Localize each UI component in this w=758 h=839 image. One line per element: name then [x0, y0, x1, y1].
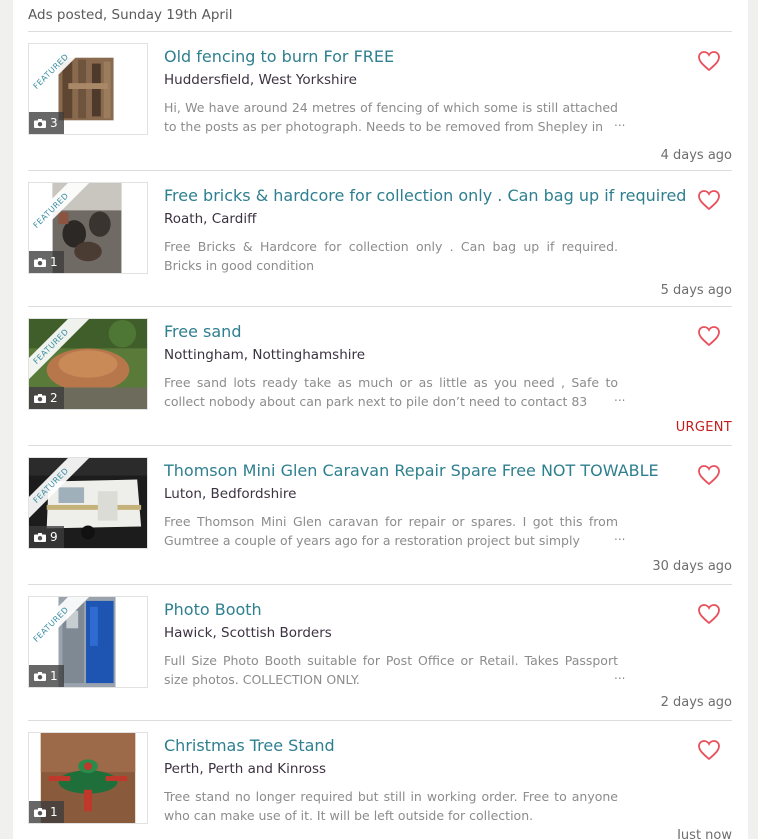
listing-title[interactable]: Free sand [164, 322, 241, 341]
favourite-heart-icon[interactable] [697, 603, 721, 625]
photo-count-badge: 1 [29, 801, 64, 823]
listing-location: Huddersfield, West Yorkshire [164, 72, 357, 88]
description-ellipsis: ... [608, 529, 626, 543]
camera-icon [34, 807, 46, 817]
camera-icon [34, 257, 46, 267]
listing-location: Roath, Cardiff [164, 211, 257, 227]
listing-description: Free sand lots ready take as much or as … [164, 375, 618, 409]
photo-count-badge: 9 [29, 526, 64, 548]
listing-location: Hawick, Scottish Borders [164, 625, 332, 641]
listing-age: 2 days ago [660, 695, 732, 710]
camera-icon [34, 671, 46, 681]
listing-card[interactable]: FEATURED 9 Thomson Mini Glen Caravan Rep… [28, 446, 732, 585]
listing-age: Just now [677, 828, 732, 839]
listing-description: Full Size Photo Booth suitable for Post … [164, 653, 618, 687]
photo-count: 1 [50, 669, 58, 683]
listing-thumbnail[interactable]: FEATURED 1 [28, 182, 148, 274]
photo-count: 3 [50, 116, 58, 130]
listing-location: Nottingham, Nottinghamshire [164, 347, 366, 363]
listing-location: Luton, Bedfordshire [164, 486, 297, 502]
listing-thumbnail[interactable]: 1 [28, 732, 148, 824]
photo-count-badge: 1 [29, 251, 64, 273]
date-header: Ads posted, Sunday 19th April [28, 7, 233, 23]
listing-title[interactable]: Thomson Mini Glen Caravan Repair Spare F… [164, 461, 659, 480]
camera-icon [34, 393, 46, 403]
listing-title[interactable]: Old fencing to burn For FREE [164, 47, 394, 66]
favourite-heart-icon[interactable] [697, 325, 721, 347]
listing-title[interactable]: Free bricks & hardcore for collection on… [164, 186, 686, 205]
camera-icon [34, 118, 46, 128]
listing-thumbnail[interactable]: FEATURED 1 [28, 596, 148, 688]
favourite-heart-icon[interactable] [697, 739, 721, 761]
listing-title[interactable]: Christmas Tree Stand [164, 736, 335, 755]
photo-count: 1 [50, 805, 58, 819]
listing-title[interactable]: Photo Booth [164, 600, 262, 619]
listing-location: Perth, Perth and Kinross [164, 761, 327, 777]
listing-description: Free Thomson Mini Glen caravan for repai… [164, 514, 618, 548]
photo-count: 9 [50, 530, 58, 544]
listing-card[interactable]: 1 Christmas Tree Stand Perth, Perth and … [28, 721, 732, 839]
listing-description: Tree stand no longer required but still … [164, 789, 618, 823]
listing-thumbnail[interactable]: FEATURED 9 [28, 457, 148, 549]
photo-count-badge: 1 [29, 665, 64, 687]
photo-count: 1 [50, 255, 58, 269]
listing-card[interactable]: FEATURED 1 Photo Booth Hawick, Scottish … [28, 585, 732, 721]
photo-count-badge: 3 [29, 112, 64, 134]
favourite-heart-icon[interactable] [697, 464, 721, 486]
listing-age: 4 days ago [660, 148, 732, 163]
listing-card[interactable]: FEATURED 3 Old fencing to burn For FREE … [28, 32, 732, 171]
urgent-badge: URGENT [675, 420, 732, 435]
description-ellipsis: ... [608, 390, 626, 404]
photo-count-badge: 2 [29, 387, 64, 409]
listing-age: 5 days ago [660, 283, 732, 298]
favourite-heart-icon[interactable] [697, 50, 721, 72]
description-ellipsis: ... [608, 115, 626, 129]
description-ellipsis: ... [608, 668, 626, 682]
listing-card[interactable]: FEATURED 1 Free bricks & hardcore for co… [28, 171, 732, 307]
listing-thumbnail[interactable]: FEATURED 3 [28, 43, 148, 135]
listing-thumbnail[interactable]: FEATURED 2 [28, 318, 148, 410]
photo-count: 2 [50, 391, 58, 405]
listing-description: Hi, We have around 24 metres of fencing … [164, 100, 618, 134]
listing-card[interactable]: FEATURED 2 Free sand Nottingham, Notting… [28, 307, 732, 446]
listings-panel: Ads posted, Sunday 19th April FEATURED 3… [13, 0, 748, 839]
camera-icon [34, 532, 46, 542]
listing-age: 30 days ago [652, 559, 732, 574]
favourite-heart-icon[interactable] [697, 189, 721, 211]
listing-description: Free Bricks & Hardcore for collection on… [164, 239, 618, 273]
